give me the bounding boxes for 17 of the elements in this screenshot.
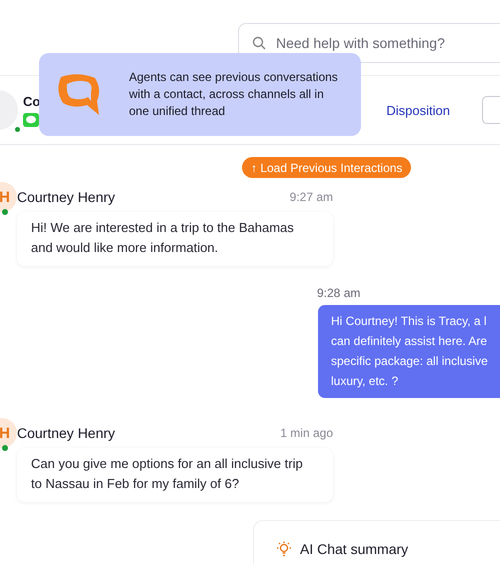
- message-time: 9:28 am: [317, 286, 360, 300]
- chat-icon: [23, 112, 39, 126]
- sender-name: Courtney Henry: [17, 425, 116, 441]
- message-bubble: Can you give me options for an all inclusive trip to Nassau in Feb for my family of 6?: [17, 448, 333, 502]
- tooltip-text: Agents can see previous conversations with a contact, across channels all in one unified thread: [129, 69, 339, 120]
- lightbulb-icon: [276, 541, 292, 557]
- disposition-link[interactable]: Disposition: [386, 102, 450, 118]
- avatar: H: [0, 418, 17, 448]
- avatar: H: [0, 182, 17, 212]
- sender-name: Courtney Henry: [17, 189, 116, 205]
- message-time: 1 min ago: [280, 426, 333, 440]
- message-bubble: Hi Courtney! This is Tracy, a l can definitely assist here. Are specific package: all inclusive luxury, etc. ?: [318, 305, 500, 398]
- message-time: 9:27 am: [290, 190, 333, 204]
- search-icon: [252, 36, 266, 50]
- message-bubble: Hi! We are interested in a trip to the Bahamas and would like more information.: [17, 212, 333, 266]
- contact-name: Co: [23, 94, 40, 108]
- summary-title: AI Chat summary: [300, 541, 408, 557]
